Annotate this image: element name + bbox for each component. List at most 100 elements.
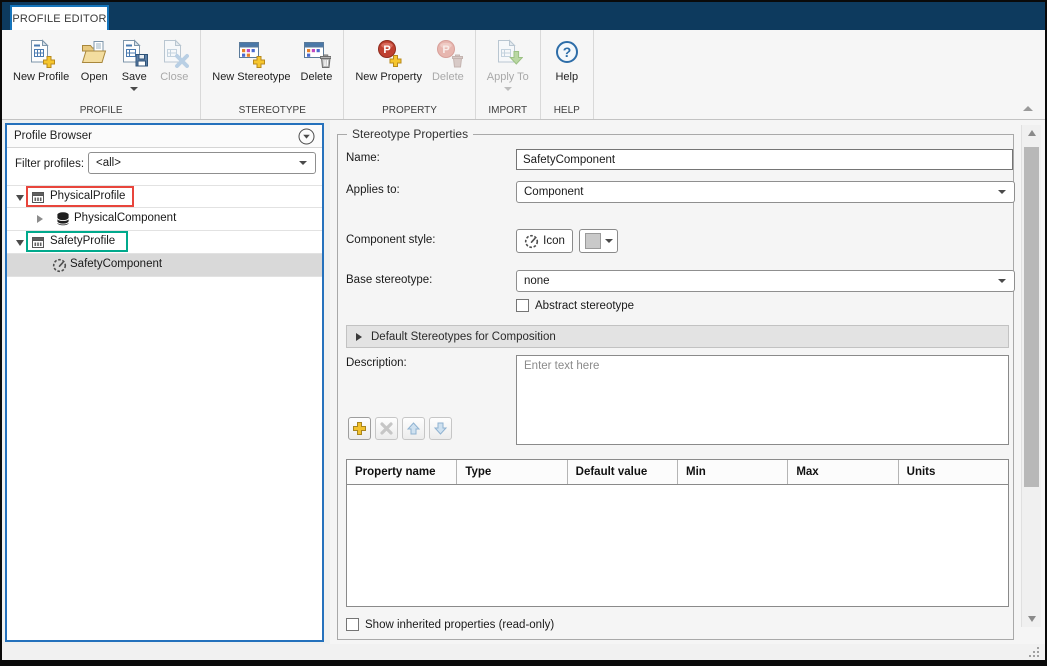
toolbar-group-property: P New Property P (344, 30, 475, 119)
col-units: Units (899, 460, 1008, 484)
filter-profiles-label: Filter profiles: (15, 158, 84, 170)
new-property-icon: P (374, 36, 404, 70)
new-stereotype-icon (236, 36, 266, 70)
name-input[interactable] (516, 149, 1013, 170)
tree-row-physicalcomponent[interactable]: PhysicalComponent (7, 208, 322, 231)
open-label: Open (81, 71, 108, 83)
apply-to-dropdown-arrow (504, 87, 512, 91)
import-group-label: IMPORT (476, 105, 540, 116)
tree-row-safetycomponent[interactable]: SafetyComponent (7, 254, 322, 277)
abstract-stereotype-row: Abstract stereotype (516, 299, 634, 312)
scrollbar-thumb[interactable] (1024, 147, 1039, 487)
ribbon-tab-bar: PROFILE EDITOR (2, 2, 1045, 30)
abstract-stereotype-checkbox[interactable] (516, 299, 529, 312)
add-property-row-button[interactable] (348, 417, 371, 440)
property-table-body[interactable] (347, 485, 1008, 606)
col-default-value: Default value (568, 460, 678, 484)
delete-property-label: Delete (432, 71, 464, 83)
toolbar-group-help: ? Help HELP (541, 30, 594, 119)
new-profile-label: New Profile (13, 71, 69, 83)
delete-stereotype-button[interactable]: Delete (296, 34, 338, 83)
base-stereotype-dropdown[interactable]: none (516, 270, 1015, 292)
close-label: Close (160, 71, 188, 83)
close-button: Close (154, 34, 194, 83)
stereotype-group-label: STEREOTYPE (201, 105, 343, 116)
tree-row-physicalprofile[interactable]: PhysicalProfile (7, 185, 322, 208)
applies-to-value: Component (524, 186, 583, 198)
filter-profiles-dropdown[interactable]: <all> (88, 152, 316, 174)
expander-icon[interactable] (16, 195, 24, 201)
new-property-label: New Property (355, 71, 422, 83)
property-table: Property name Type Default value Min Max… (346, 459, 1009, 607)
stereotype-properties-legend: Stereotype Properties (347, 127, 473, 141)
apply-to-button: Apply To (482, 34, 534, 91)
safety-profile-annotation-box (26, 231, 128, 252)
move-up-button (402, 417, 425, 440)
profile-tree: PhysicalProfile Ph (7, 185, 322, 277)
close-icon (159, 36, 189, 70)
base-stereotype-value: none (524, 275, 550, 287)
tab-profile-editor[interactable]: PROFILE EDITOR (10, 5, 109, 30)
delete-property-button: P Delete (427, 34, 469, 83)
new-profile-button[interactable]: New Profile (8, 34, 74, 83)
svg-text:P: P (442, 44, 449, 56)
new-stereotype-label: New Stereotype (212, 71, 290, 83)
property-group-label: PROPERTY (344, 105, 474, 116)
profile-browser-title: Profile Browser (14, 130, 92, 142)
profile-browser-header: Profile Browser (7, 125, 322, 148)
arrow-up-icon (406, 421, 421, 436)
stereotype-properties-groupbox: Stereotype Properties Name: Applies to: … (337, 134, 1014, 640)
save-button[interactable]: Save (114, 34, 154, 91)
open-button[interactable]: Open (74, 34, 114, 83)
chevron-down-icon (605, 239, 613, 243)
help-icon: ? (552, 36, 582, 70)
show-inherited-checkbox[interactable] (346, 618, 359, 631)
icon-style-button-label: Icon (543, 235, 565, 247)
toolbar-group-profile: New Profile Open (2, 30, 201, 119)
description-textarea[interactable] (516, 355, 1009, 445)
arrow-down-icon (433, 421, 448, 436)
col-max: Max (788, 460, 898, 484)
scrollbar-up-arrow[interactable] (1022, 125, 1042, 141)
tree-label-physicalcomponent: PhysicalComponent (74, 212, 176, 224)
col-min: Min (678, 460, 788, 484)
panel-collapse-icon[interactable] (298, 128, 315, 150)
apply-to-icon (493, 36, 523, 70)
expander-icon[interactable] (37, 215, 43, 223)
icon-color-swatch-button[interactable] (579, 229, 618, 253)
description-label: Description: (346, 357, 407, 369)
main-area: Profile Browser Filter profiles: <all> (2, 120, 1045, 644)
new-stereotype-button[interactable]: New Stereotype (207, 34, 295, 83)
delete-stereotype-icon (301, 36, 331, 70)
default-stereotypes-section[interactable]: Default Stereotypes for Composition (346, 325, 1009, 348)
tree-row-safetyprofile[interactable]: SafetyProfile (7, 231, 322, 254)
filter-profiles-value: <all> (96, 157, 121, 169)
col-type: Type (457, 460, 567, 484)
toolbar-group-stereotype: New Stereotype (201, 30, 344, 119)
gauge-icon (524, 234, 539, 249)
physical-profile-annotation-box (26, 186, 134, 207)
new-profile-icon (26, 36, 56, 70)
profile-browser-panel: Profile Browser Filter profiles: <all> (5, 123, 324, 642)
vertical-scrollbar[interactable] (1021, 125, 1041, 627)
toolbar-group-import: Apply To IMPORT (476, 30, 541, 119)
scrollbar-down-arrow[interactable] (1022, 611, 1042, 627)
collapse-ribbon-icon[interactable] (1023, 106, 1033, 111)
help-button[interactable]: ? Help (547, 34, 587, 83)
resize-grip[interactable] (1029, 647, 1039, 657)
new-property-button[interactable]: P New Property (350, 34, 427, 83)
color-swatch (585, 233, 601, 249)
applies-to-label: Applies to: (346, 184, 400, 196)
icon-style-button[interactable]: Icon (516, 229, 573, 253)
save-dropdown-arrow[interactable] (130, 87, 138, 91)
expander-icon[interactable] (16, 240, 24, 246)
status-bar (2, 644, 1045, 660)
abstract-stereotype-label: Abstract stereotype (535, 300, 634, 312)
save-label: Save (122, 71, 147, 83)
applies-to-dropdown[interactable]: Component (516, 181, 1015, 203)
col-property-name: Property name (347, 460, 457, 484)
window-content: PROFILE EDITOR (2, 2, 1045, 660)
property-table-header: Property name Type Default value Min Max… (347, 460, 1008, 485)
name-label: Name: (346, 152, 380, 164)
show-inherited-label: Show inherited properties (read-only) (365, 619, 554, 631)
